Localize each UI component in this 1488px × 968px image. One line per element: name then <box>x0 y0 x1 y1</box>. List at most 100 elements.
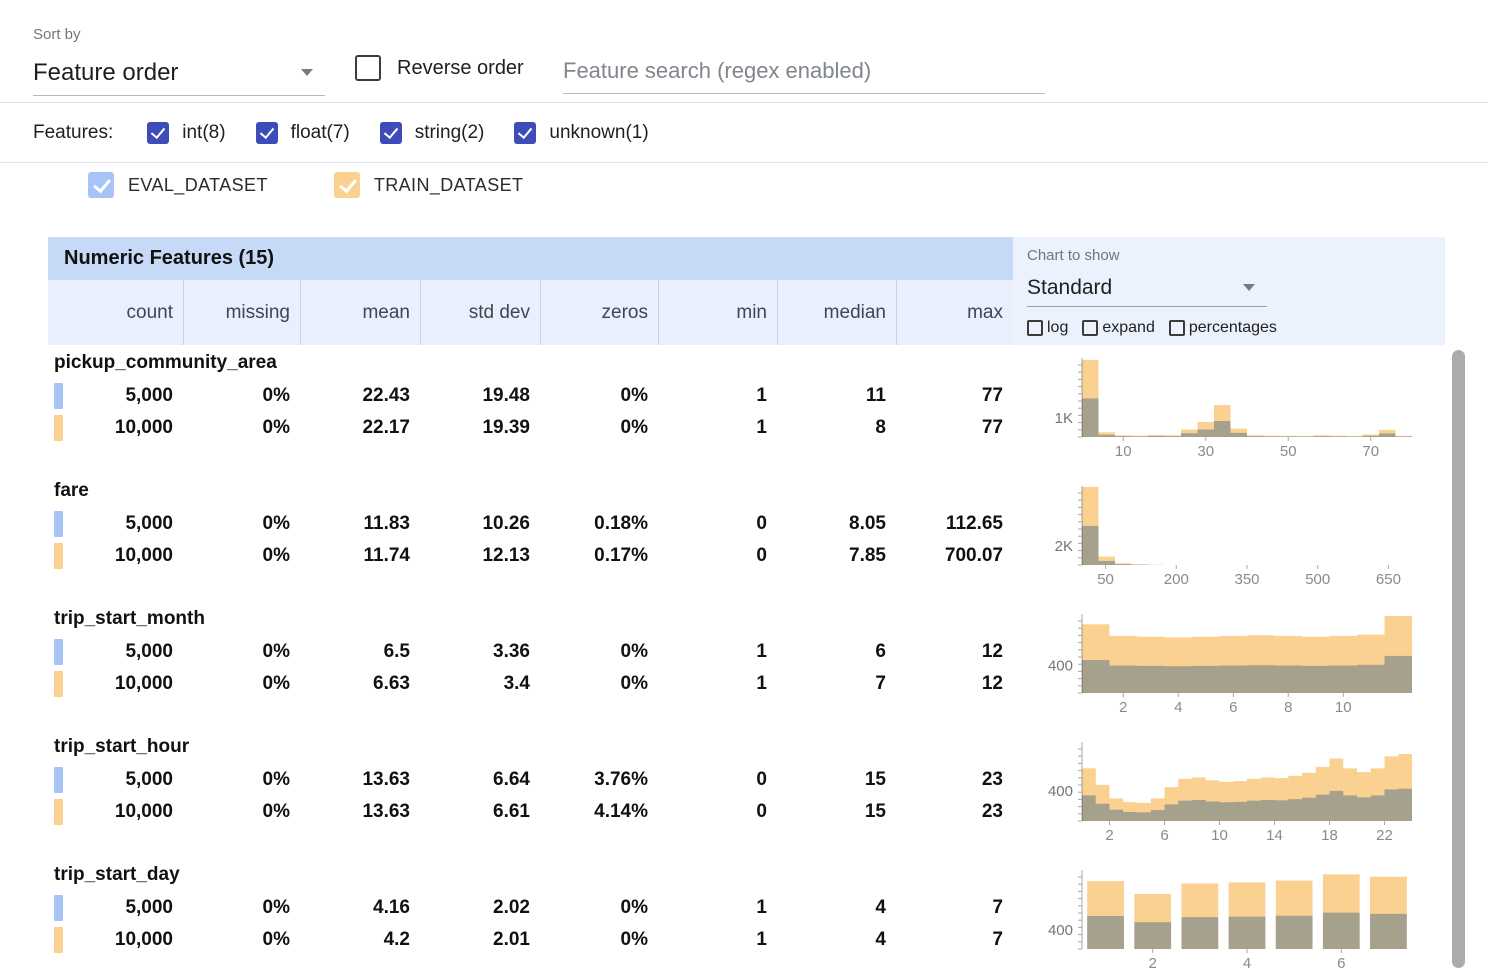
stat-median: 8.05 <box>777 513 896 535</box>
stat-max: 112.65 <box>896 513 1013 535</box>
column-header-mean: mean <box>300 280 420 345</box>
svg-text:18: 18 <box>1321 827 1338 842</box>
expand-checkbox[interactable] <box>1082 320 1098 336</box>
svg-text:10: 10 <box>1115 443 1132 458</box>
stat-count: 10,000 <box>48 801 183 823</box>
stat-std_dev: 6.64 <box>420 769 540 791</box>
column-header-min: min <box>658 280 777 345</box>
eval-dataset-swatch <box>54 511 63 537</box>
train-dataset-swatch <box>54 799 63 825</box>
svg-text:2: 2 <box>1105 827 1113 842</box>
stat-zeros: 0% <box>540 897 658 919</box>
stat-missing: 0% <box>183 897 300 919</box>
stat-count: 10,000 <box>48 673 183 695</box>
train-dataset-label: TRAIN_DATASET <box>374 175 524 196</box>
feature-row-trip_start_month: trip_start_month5,0000%6.53.360%161210,0… <box>48 608 1445 700</box>
stat-zeros: 0.17% <box>540 545 658 567</box>
stat-missing: 0% <box>183 801 300 823</box>
chevron-down-icon <box>301 69 313 76</box>
feature-row-trip_start_day: trip_start_day5,0000%4.162.020%14710,000… <box>48 864 1445 956</box>
stat-std_dev: 2.02 <box>420 897 540 919</box>
stat-mean: 22.43 <box>300 385 420 407</box>
filter-int[interactable]: int(8) <box>147 122 225 144</box>
eval-dataset-swatch <box>54 639 63 665</box>
stat-median: 15 <box>777 769 896 791</box>
svg-text:500: 500 <box>1305 571 1330 586</box>
column-header-max: max <box>896 280 1013 345</box>
stat-zeros: 4.14% <box>540 801 658 823</box>
vertical-scrollbar[interactable] <box>1452 350 1465 968</box>
column-header-count: count <box>48 280 183 345</box>
stat-missing: 0% <box>183 673 300 695</box>
svg-text:22: 22 <box>1376 827 1393 842</box>
svg-text:10: 10 <box>1211 827 1228 842</box>
stat-mean: 13.63 <box>300 769 420 791</box>
stat-median: 8 <box>777 417 896 439</box>
dataset-legend: EVAL_DATASET TRAIN_DATASET <box>88 172 523 198</box>
stat-zeros: 0% <box>540 641 658 663</box>
eval-dataset-toggle[interactable]: EVAL_DATASET <box>88 172 268 198</box>
stat-min: 1 <box>658 673 777 695</box>
log-toggle[interactable]: log <box>1027 319 1068 337</box>
percentages-checkbox[interactable] <box>1169 320 1185 336</box>
stat-mean: 6.63 <box>300 673 420 695</box>
feature-histogram: 1K10305070 <box>1030 352 1430 458</box>
features-filter-title: Features: <box>33 122 113 144</box>
train-dataset-checkbox[interactable] <box>334 172 360 198</box>
expand-toggle[interactable]: expand <box>1082 319 1155 337</box>
stat-zeros: 0% <box>540 929 658 951</box>
reverse-order-control[interactable]: Reverse order <box>355 55 524 81</box>
stat-max: 12 <box>896 641 1013 663</box>
stat-count: 10,000 <box>48 545 183 567</box>
svg-text:30: 30 <box>1197 443 1214 458</box>
column-header-zeros: zeros <box>540 280 658 345</box>
chart-type-value: Standard <box>1027 276 1112 300</box>
stat-min: 1 <box>658 641 777 663</box>
svg-text:10: 10 <box>1335 699 1352 714</box>
stat-min: 0 <box>658 513 777 535</box>
train-dataset-swatch <box>54 671 63 697</box>
feature-row-fare: fare5,0000%11.8310.260.18%08.05112.6510,… <box>48 480 1445 572</box>
percentages-toggle[interactable]: percentages <box>1169 319 1277 337</box>
chart-toggles: log expand percentages <box>1027 319 1277 337</box>
stat-min: 0 <box>658 801 777 823</box>
svg-text:4: 4 <box>1243 955 1251 968</box>
filter-float[interactable]: float(7) <box>256 122 350 144</box>
svg-text:400: 400 <box>1048 658 1073 675</box>
chart-controls-panel: Chart to show Standard log expand percen… <box>1013 237 1445 345</box>
chart-type-select[interactable]: Standard <box>1027 269 1267 307</box>
filter-string[interactable]: string(2) <box>380 122 485 144</box>
checked-checkbox-icon[interactable] <box>514 122 536 144</box>
reverse-order-label: Reverse order <box>397 57 524 80</box>
svg-text:6: 6 <box>1229 699 1237 714</box>
stat-mean: 4.16 <box>300 897 420 919</box>
svg-text:6: 6 <box>1160 827 1168 842</box>
stat-std_dev: 10.26 <box>420 513 540 535</box>
stat-min: 0 <box>658 545 777 567</box>
checked-checkbox-icon[interactable] <box>380 122 402 144</box>
checked-checkbox-icon[interactable] <box>147 122 169 144</box>
stat-missing: 0% <box>183 929 300 951</box>
reverse-order-checkbox[interactable] <box>355 55 381 81</box>
expand-label: expand <box>1102 319 1155 337</box>
log-checkbox[interactable] <box>1027 320 1043 336</box>
eval-dataset-checkbox[interactable] <box>88 172 114 198</box>
svg-text:14: 14 <box>1266 827 1283 842</box>
train-dataset-swatch <box>54 927 63 953</box>
stat-min: 0 <box>658 769 777 791</box>
stat-mean: 11.74 <box>300 545 420 567</box>
chart-to-show-label: Chart to show <box>1027 247 1120 264</box>
stat-median: 4 <box>777 897 896 919</box>
stat-min: 1 <box>658 417 777 439</box>
train-dataset-toggle[interactable]: TRAIN_DATASET <box>334 172 524 198</box>
stat-std_dev: 12.13 <box>420 545 540 567</box>
table-title: Numeric Features (15) <box>48 237 1013 280</box>
checked-checkbox-icon[interactable] <box>256 122 278 144</box>
svg-text:50: 50 <box>1097 571 1114 586</box>
stat-median: 6 <box>777 641 896 663</box>
stat-count: 5,000 <box>48 513 183 535</box>
filter-unknown[interactable]: unknown(1) <box>514 122 648 144</box>
sort-by-select[interactable]: Feature order <box>33 50 325 96</box>
stat-std_dev: 3.36 <box>420 641 540 663</box>
feature-search-input[interactable] <box>563 48 1045 94</box>
